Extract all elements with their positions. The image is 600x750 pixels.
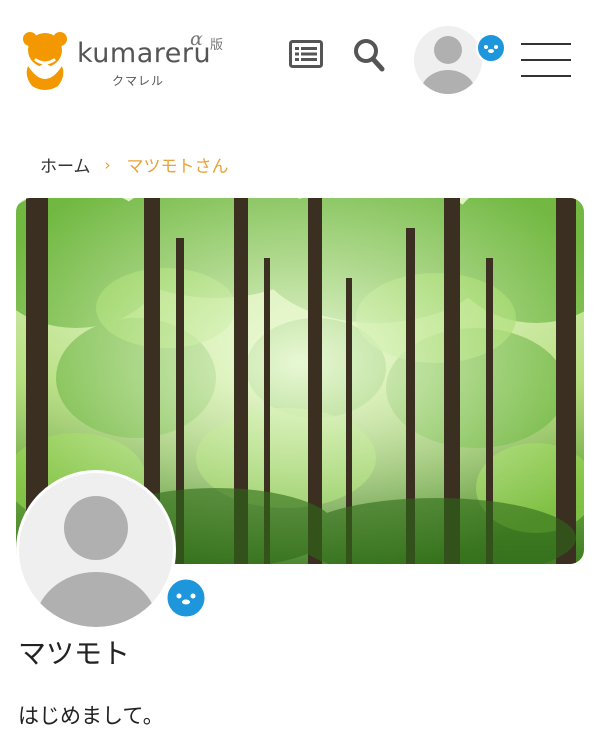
logo-alpha-mark: α xyxy=(190,28,203,50)
site-logo[interactable]: kumareru α 版 クマレル xyxy=(22,28,232,98)
profile-bio: はじめまして。 xyxy=(18,704,164,728)
user-avatar[interactable] xyxy=(414,26,482,94)
breadcrumb-current: マツモトさん xyxy=(126,157,229,177)
chevron-right-icon: › xyxy=(104,155,111,174)
user-avatar-icon xyxy=(34,496,158,627)
hamburger-menu-icon[interactable] xyxy=(521,42,571,78)
profile-avatar xyxy=(16,470,176,630)
list-icon[interactable] xyxy=(289,40,323,68)
badge-icon xyxy=(476,33,506,63)
site-header: kumareru α 版 クマレル xyxy=(0,0,600,120)
profile-name: マツモト xyxy=(18,637,131,670)
search-icon[interactable] xyxy=(353,38,385,72)
logo-version-label: 版 xyxy=(210,38,224,53)
user-avatar-icon xyxy=(414,26,482,94)
logo-kana: クマレル xyxy=(112,74,165,88)
bear-logo-icon xyxy=(23,32,67,90)
badge-icon xyxy=(164,576,208,620)
breadcrumb: ホーム › マツモトさん xyxy=(40,152,229,178)
breadcrumb-home-link[interactable]: ホーム xyxy=(40,152,91,177)
